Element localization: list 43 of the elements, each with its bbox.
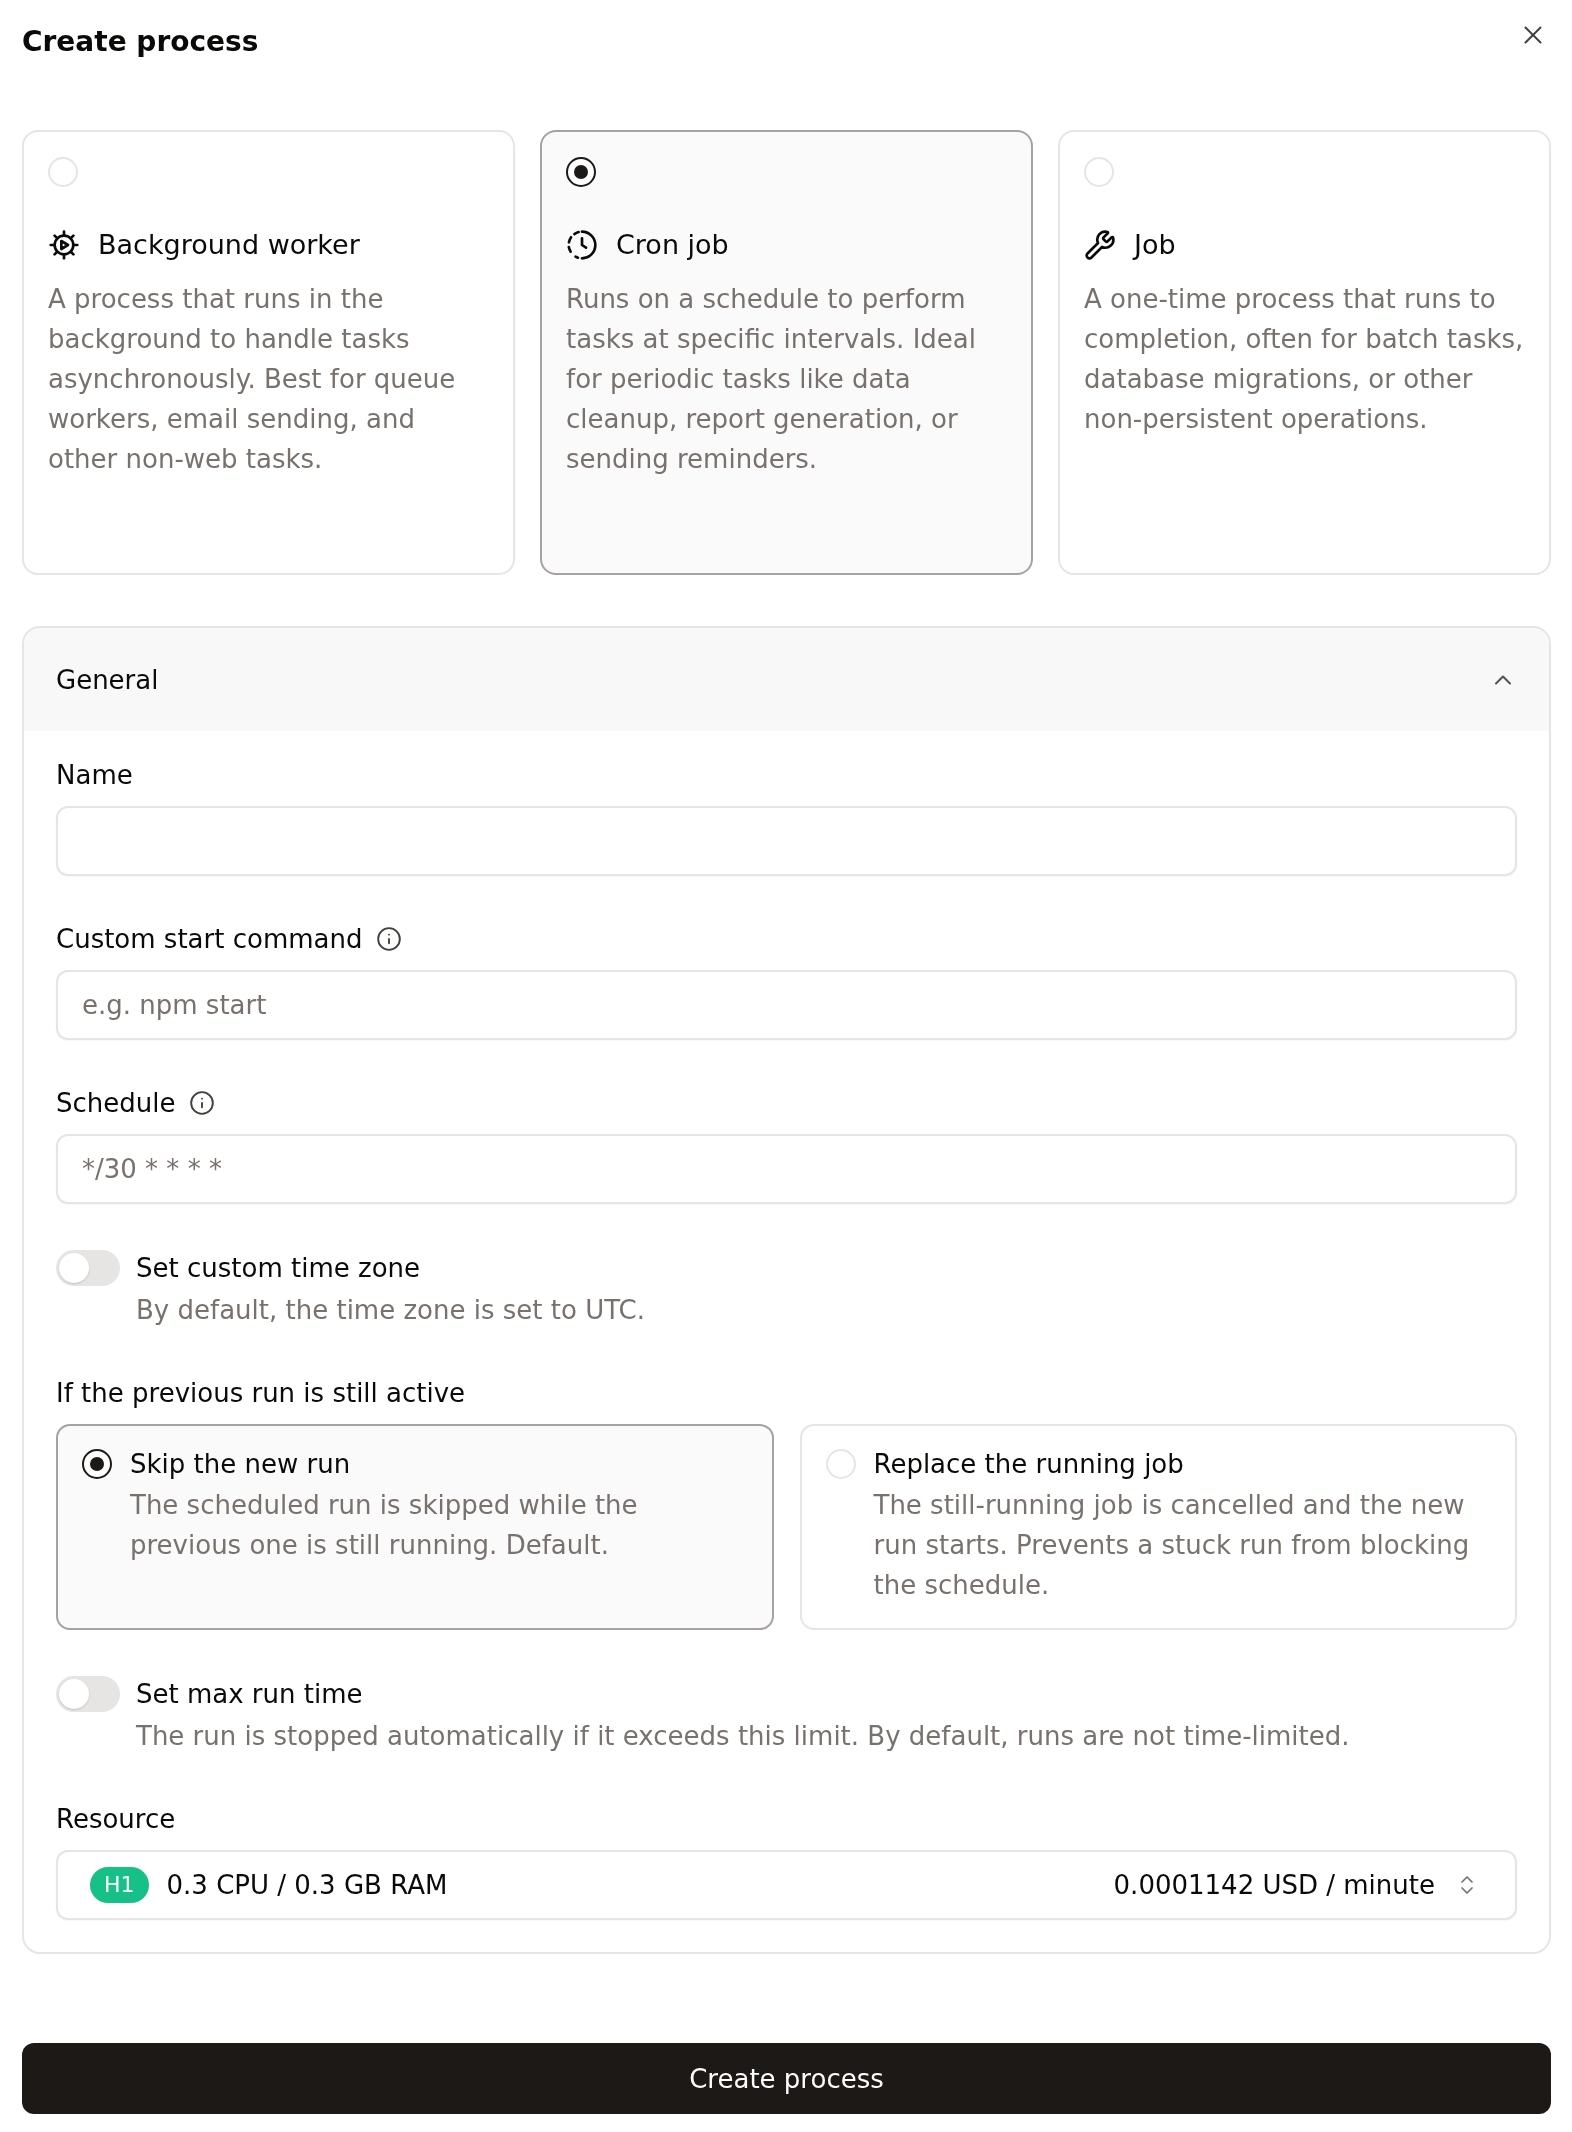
toggle-label: Set custom time zone	[136, 1252, 421, 1285]
card-description: Runs on a schedule to perform tasks at specific intervals. Ideal for periodic tasks like data cleanup, report generation, or sending reminders.	[566, 283, 977, 476]
radio-button[interactable]	[82, 1449, 112, 1479]
process-type-card[interactable]: Cron job Runs on a schedule to perform tasks at specific intervals. Ideal for periodic tasks like data cleanup, report generation, or sending reminders.	[540, 130, 1033, 575]
option-card[interactable]: Skip the new run The scheduled run is skipped while the previous one is still running. Default.	[56, 1424, 774, 1630]
option-card[interactable]: Replace the running job The still-running job is cancelled and the new run starts. Prevents a stuck run from blocking the schedule.	[799, 1424, 1517, 1630]
toggle-switch[interactable]	[56, 1676, 120, 1712]
gear-icon	[48, 229, 80, 261]
card-title: Cron job	[616, 228, 729, 262]
toggle-label: Set max run time	[136, 1678, 364, 1711]
option-title: Skip the new run	[130, 1448, 352, 1481]
info-icon[interactable]	[189, 1090, 216, 1116]
field-label: Schedule	[56, 1087, 176, 1120]
option-description: The scheduled run is skipped while the previous one is still running. Default.	[130, 1489, 639, 1562]
field-label: Resource	[56, 1804, 176, 1834]
dialog-title: Create process	[22, 24, 259, 60]
process-type-card[interactable]: Background worker A process that runs in the background to handle tasks asynchronously. Best for queue workers, email sending, and other non-web tasks.	[22, 130, 515, 575]
toggle-description: By default, the time zone is set to UTC.	[136, 1294, 645, 1327]
card-description: A process that runs in the background to handle tasks asynchronously. Best for queue workers, email sending, and other non-web tasks.	[48, 283, 457, 476]
input-field[interactable]	[56, 806, 1517, 876]
card-title: Background worker	[98, 228, 360, 262]
field-label: Name	[56, 759, 133, 792]
radio-button[interactable]	[566, 157, 596, 187]
resource-select[interactable]: H1 0.3 CPU / 0.3 GB RAM 0.0001142 USD / minute	[56, 1850, 1517, 1920]
create-button[interactable]: Create process	[22, 2043, 1551, 2114]
toggle-switch[interactable]	[56, 1250, 120, 1286]
option-title: Replace the running job	[873, 1448, 1185, 1481]
input-field[interactable]: */30 * * * *	[56, 1134, 1517, 1204]
info-icon[interactable]	[376, 926, 403, 952]
toggle-description: The run is stopped automatically if it exceeds this limit. By default, runs are not time-limited.	[136, 1720, 1350, 1753]
price-text: 0.0001142 USD / minute	[1113, 1869, 1435, 1902]
group-label: If the previous run is still active	[56, 1378, 466, 1408]
wrench-icon	[1084, 229, 1116, 261]
process-type-card[interactable]: Job A one-time process that runs to completion, often for batch tasks, database migrations, or other non-persistent operations.	[1058, 130, 1551, 575]
field-label: Custom start command	[56, 923, 363, 956]
section-header[interactable]: General	[24, 628, 1549, 731]
card-title: Job	[1134, 228, 1176, 262]
option-description: The still-running job is cancelled and the new run starts. Prevents a stuck run from blocking the schedule.	[873, 1489, 1471, 1602]
tier-badge: H1	[90, 1867, 149, 1903]
clock-icon	[566, 229, 598, 261]
card-description: A one-time process that runs to completion, often for batch tasks, database migrations, or other non-persistent operations.	[1084, 283, 1525, 436]
input-field[interactable]: e.g. npm start	[56, 970, 1517, 1040]
resource-spec: 0.3 CPU / 0.3 GB RAM	[166, 1869, 448, 1902]
